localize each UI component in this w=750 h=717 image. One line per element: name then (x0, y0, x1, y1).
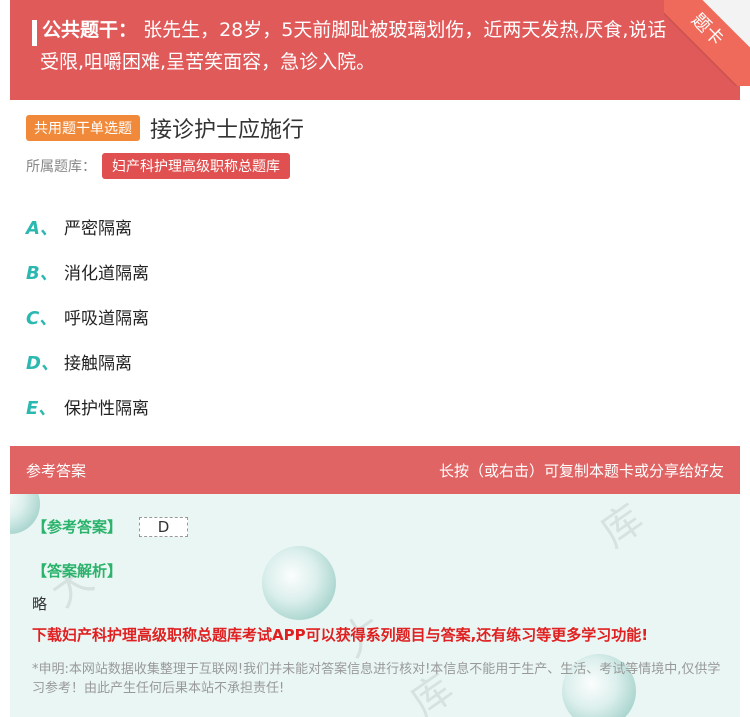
answer-line: 【参考答案】 D (32, 516, 189, 537)
option-text: 消化道隔离 (64, 264, 149, 284)
question-bank-row: 所属题库： 妇产科护理高级职称总题库 (26, 153, 290, 179)
option-text: 保护性隔离 (64, 399, 149, 419)
option-c[interactable]: C、 呼吸道隔离 (26, 294, 149, 339)
question-type-tag: 共用题干单选题 (26, 115, 140, 141)
answer-label: 【参考答案】 (32, 518, 123, 536)
analysis-line: 【答案解析】 (32, 560, 122, 581)
option-letter: B、 (26, 262, 58, 284)
options-list: A、 严密隔离 B、 消化道隔离 C、 呼吸道隔离 D、 接触隔离 E、 保护性… (26, 204, 149, 429)
option-text: 呼吸道隔离 (64, 309, 149, 329)
option-letter: A、 (26, 217, 58, 239)
download-app-link[interactable]: 下载妇产科护理高级职称总题库考试APP可以获得系列题目与答案,还有练习等更多学习… (32, 624, 648, 645)
option-text: 接触隔离 (64, 354, 132, 374)
option-b[interactable]: B、 消化道隔离 (26, 249, 149, 294)
bank-label: 所属题库： (26, 159, 96, 175)
question-stem-banner: 公共题干： 张先生，28岁，5天前脚趾被玻璃划伤，近两天发热,厌食,说话受限,咀… (10, 0, 740, 100)
card-corner-ribbon: 题卡 (664, 0, 750, 86)
answer-bar-title: 参考答案 (26, 461, 87, 480)
question-text: 接诊护士应施行 (150, 118, 305, 143)
stem-label: 公共题干： (42, 19, 138, 41)
option-letter: C、 (26, 307, 58, 329)
share-hint: 长按（或右击）可复制本题卡或分享给好友 (438, 461, 724, 480)
bank-link[interactable]: 妇产科护理高级职称总题库 (102, 153, 290, 179)
watermark-logo-icon (262, 546, 336, 620)
analysis-text: 略 (32, 595, 48, 613)
option-letter: E、 (26, 397, 57, 419)
stem-marker (32, 20, 37, 46)
question-header: 共用题干单选题 接诊护士应施行 (26, 112, 304, 144)
option-e[interactable]: E、 保护性隔离 (26, 384, 149, 429)
watermark-glyph: 库 (592, 495, 652, 557)
disclaimer-text: *申明:本网站数据收集整理于互联网!我们并未能对答案信息进行核对!本信息不能用于… (32, 662, 721, 696)
answer-value: D (138, 517, 189, 537)
option-letter: D、 (26, 352, 59, 374)
option-text: 严密隔离 (64, 219, 132, 239)
option-a[interactable]: A、 严密隔离 (26, 204, 149, 249)
reference-answer-bar: 参考答案 长按（或右击）可复制本题卡或分享给好友 (10, 446, 740, 494)
analysis-label: 【答案解析】 (32, 562, 123, 580)
option-d[interactable]: D、 接触隔离 (26, 339, 149, 384)
answer-panel: 大 大 库 库 【参考答案】 D 【答案解析】 略 下载妇产科护理高级职称总题库… (10, 494, 740, 717)
